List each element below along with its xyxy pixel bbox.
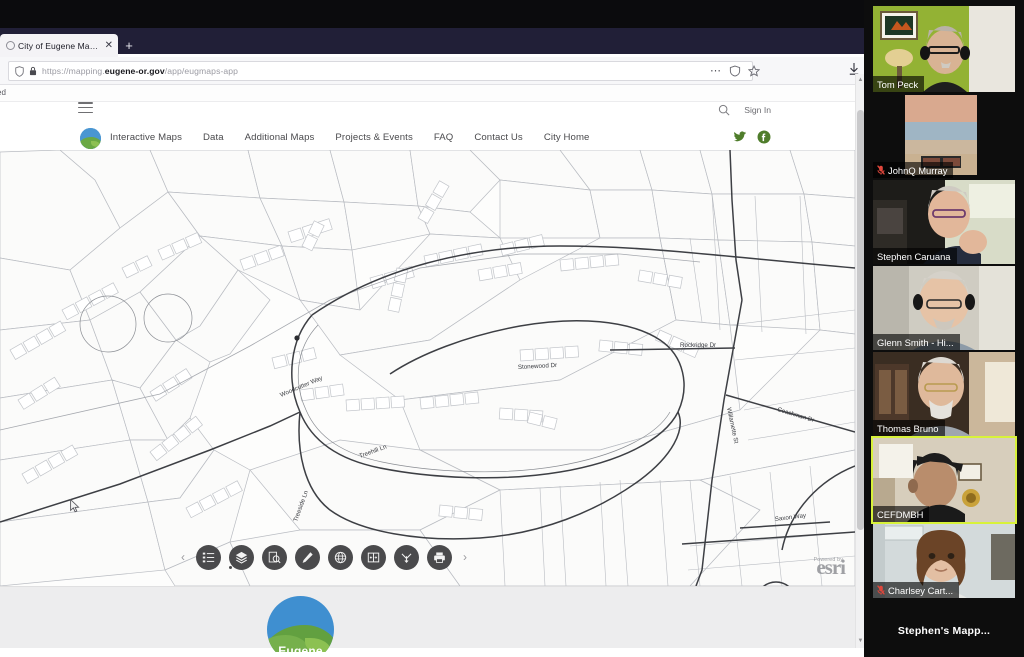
participant-tile-johnq-murray[interactable]: JohnQ Murray	[873, 94, 1015, 178]
basemap-tool[interactable]	[328, 544, 353, 570]
url-prefix: https://mapping.	[42, 66, 105, 76]
browser-tab-strip: City of Eugene Mapping Hub × + City of E…	[0, 0, 864, 57]
footer-logo: Eugene	[267, 596, 334, 652]
compare-tool[interactable]	[361, 544, 386, 570]
street-label: Rockridge Dr	[680, 342, 716, 349]
map-toolbar: ‹ ›	[178, 538, 470, 576]
scrollbar-thumb[interactable]	[857, 110, 864, 530]
mouse-cursor	[70, 499, 80, 513]
search-document-icon	[268, 551, 281, 563]
screen-share-label: Stephen's Mapp...	[897, 625, 991, 637]
participant-tile-glenn-smith[interactable]: Glenn Smith - Hi...	[873, 266, 1015, 350]
participant-tile-cefdmbh[interactable]: CEFDMBH	[871, 436, 1017, 524]
map-point-marker	[294, 335, 300, 341]
identify-tool[interactable]	[262, 544, 287, 570]
nav-link-projects-events[interactable]: Projects & Events	[335, 132, 412, 143]
search-icon[interactable]	[718, 104, 730, 116]
new-tab-button-visible[interactable]: +	[122, 39, 136, 53]
participant-name: CEFDMBH	[877, 508, 924, 520]
participant-name: Thomas Bruno	[877, 422, 939, 434]
layers-icon	[235, 551, 248, 564]
browser-tab-visible[interactable]: City of Eugene Mapping Hub ✕	[0, 34, 118, 57]
nav-link-contact-us[interactable]: Contact Us	[474, 132, 522, 143]
esri-logo: esri	[816, 555, 846, 579]
measure-tool[interactable]	[295, 544, 320, 570]
scroll-down-arrow[interactable]: ▼	[857, 637, 864, 646]
participant-name: Charlsey Cart...	[888, 584, 954, 596]
site-logo[interactable]	[80, 128, 101, 149]
participant-name-bar: Tom Peck	[873, 76, 925, 92]
participant-name: Glenn Smith - Hi...	[877, 336, 954, 348]
toolbar-prev-button[interactable]: ‹	[178, 550, 188, 564]
participant-tile-thomas-bruno[interactable]: Thomas Bruno	[873, 352, 1015, 436]
screen-letterbox-top	[0, 0, 864, 28]
participant-name: Stephen Caruana	[877, 250, 951, 262]
select-arrow-icon	[401, 553, 412, 563]
browser-nav-bar: https://mapping.eugene-or.gov/app/eugmap…	[0, 57, 864, 85]
lock-icon	[29, 66, 37, 76]
strip-text: ed	[0, 88, 6, 97]
twitter-icon[interactable]	[733, 130, 747, 144]
parcel-map: Rockridge Dr Stonewood Dr Woodcutter Way…	[0, 150, 855, 586]
page-scrollbar[interactable]: ▲ ▼	[855, 74, 864, 648]
participant-name-bar: Glenn Smith - Hi...	[873, 334, 960, 350]
nav-link-additional-maps[interactable]: Additional Maps	[245, 132, 315, 143]
printer-icon	[434, 551, 445, 563]
screen-share-label-bar: Stephen's Mapp...	[864, 605, 1024, 657]
url-domain: eugene-or.gov	[104, 66, 165, 76]
nav-link-interactive-maps[interactable]: Interactive Maps	[110, 132, 182, 143]
screen-root: City of Eugene Mapping Hub × + City of E…	[0, 0, 1024, 657]
nav-link-data[interactable]: Data	[203, 132, 224, 143]
layers-tool[interactable]	[229, 544, 254, 570]
bookmark-star-icon[interactable]	[748, 65, 760, 77]
sign-in-link[interactable]: Sign In	[744, 105, 771, 115]
social-links	[733, 130, 771, 144]
reader-icon[interactable]	[729, 65, 741, 77]
site-header: Interactive Maps Data Additional Maps Pr…	[0, 102, 855, 152]
legend-tool[interactable]	[196, 544, 221, 570]
browser-tab-title-visible: City of Eugene Mapping Hub	[18, 40, 102, 51]
muted-mic-icon	[877, 585, 885, 595]
select-tool[interactable]	[394, 544, 419, 570]
participant-name-bar: CEFDMBH	[873, 506, 930, 522]
participant-name-bar: Stephen Caruana	[873, 248, 957, 264]
toolbar-next-button[interactable]: ›	[460, 550, 470, 564]
shield-icon[interactable]	[15, 65, 24, 77]
facebook-icon[interactable]	[757, 130, 771, 144]
browser-secondary-strip: ed	[0, 85, 864, 102]
footer-logo-word: Eugene	[278, 644, 323, 652]
nav-link-city-home[interactable]: City Home	[544, 132, 590, 143]
site-footer: Eugene	[0, 586, 855, 652]
page-actions-icon[interactable]: ⋯	[710, 66, 722, 77]
scroll-up-arrow[interactable]: ▲	[857, 76, 864, 85]
list-icon	[202, 552, 215, 562]
map-viewport[interactable]: Rockridge Dr Stonewood Dr Woodcutter Way…	[0, 150, 855, 586]
participant-name: JohnQ Murray	[888, 164, 948, 176]
participant-name-bar: JohnQ Murray	[873, 162, 954, 178]
pencil-icon	[302, 551, 313, 563]
address-bar-actions: ⋯	[710, 61, 760, 81]
participant-name: Tom Peck	[877, 78, 919, 90]
participant-name-bar: Thomas Bruno	[873, 420, 945, 436]
close-icon[interactable]: ✕	[105, 40, 113, 51]
print-tool[interactable]	[427, 544, 452, 570]
toolbar-active-indicator	[229, 566, 232, 569]
header-actions: Sign In	[718, 104, 771, 116]
muted-mic-icon	[877, 165, 885, 175]
participant-tile-stephen-caruana[interactable]: Stephen Caruana	[873, 180, 1015, 264]
address-bar[interactable]: https://mapping.eugene-or.gov/app/eugmap…	[8, 61, 753, 81]
participant-name-bar: Charlsey Cart...	[873, 582, 960, 598]
menu-icon[interactable]	[78, 102, 93, 114]
participant-tile-tom-peck[interactable]: Tom Peck	[873, 6, 1015, 92]
page-icon	[6, 41, 15, 50]
site-nav: Interactive Maps Data Additional Maps Pr…	[110, 132, 590, 143]
nav-link-faq[interactable]: FAQ	[434, 132, 454, 143]
participant-tile-charlsey-carter[interactable]: Charlsey Cart...	[873, 524, 1015, 598]
participant-rail: Tom Peck JohnQ Murray Stephen Caruana Gl…	[864, 0, 1024, 657]
split-panel-icon	[367, 552, 380, 562]
globe-icon	[334, 551, 347, 563]
address-bar-text: https://mapping.eugene-or.gov/app/eugmap…	[42, 66, 238, 76]
url-suffix: /app/eugmaps-app	[164, 66, 239, 76]
browser-window: City of Eugene Mapping Hub × + City of E…	[0, 0, 864, 657]
